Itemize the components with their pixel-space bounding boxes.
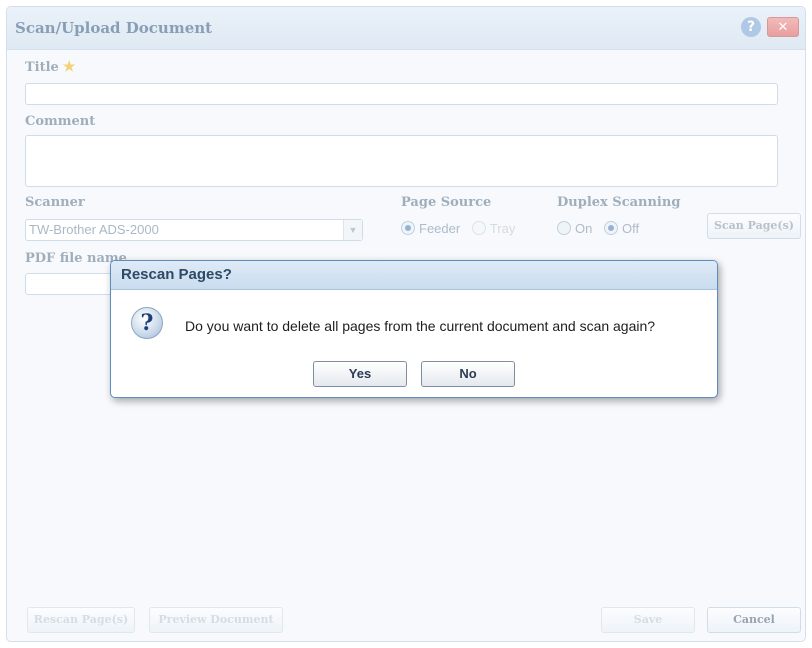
comment-label: Comment — [25, 114, 96, 129]
cancel-button[interactable]: Cancel — [707, 607, 801, 633]
window-titlebar: Scan/Upload Document ? ✕ — [7, 7, 805, 50]
window-title: Scan/Upload Document — [15, 19, 213, 37]
preview-document-button[interactable]: Preview Document — [149, 607, 283, 633]
page-source-radio-group: Feeder Tray — [401, 221, 515, 236]
page-source-label: Page Source — [401, 195, 492, 210]
radio-tray[interactable]: Tray — [471, 221, 516, 236]
chevron-down-icon[interactable]: ▼ — [343, 220, 362, 240]
radio-duplex-on[interactable]: On — [557, 221, 592, 236]
dialog-title: Rescan Pages? — [111, 261, 717, 290]
yes-button[interactable]: Yes — [313, 361, 407, 387]
radio-duplex-off[interactable]: Off — [603, 221, 640, 236]
title-label: Title ★ — [25, 59, 75, 75]
radio-duplex-off-indicator[interactable] — [603, 221, 618, 235]
save-button[interactable]: Save — [601, 607, 695, 633]
radio-feeder[interactable]: Feeder — [401, 221, 460, 236]
scanner-select[interactable]: TW-Brother ADS-2000 ▼ — [25, 219, 363, 241]
question-icon: ? — [131, 307, 163, 339]
radio-feeder-indicator[interactable] — [401, 221, 415, 235]
radio-tray-label: Tray — [489, 221, 516, 236]
duplex-radio-group: On Off — [557, 221, 639, 236]
comment-textarea[interactable] — [25, 135, 778, 187]
no-button[interactable]: No — [421, 361, 515, 387]
title-input[interactable] — [25, 83, 778, 105]
rescan-confirm-dialog: Rescan Pages? ? Do you want to delete al… — [110, 260, 718, 398]
required-star-icon: ★ — [62, 59, 76, 75]
scan-pages-button[interactable]: Scan Page(s) — [707, 213, 801, 239]
close-icon[interactable]: ✕ — [767, 17, 799, 37]
radio-feeder-label: Feeder — [419, 221, 461, 236]
rescan-pages-button[interactable]: Rescan Page(s) — [27, 607, 135, 633]
duplex-label: Duplex Scanning — [557, 195, 681, 210]
scanner-label: Scanner — [25, 195, 85, 210]
radio-duplex-on-indicator[interactable] — [557, 221, 571, 235]
title-label-text: Title — [25, 60, 59, 75]
radio-duplex-on-label: On — [575, 221, 593, 236]
dialog-message: Do you want to delete all pages from the… — [185, 318, 656, 334]
scanner-select-value: TW-Brother ADS-2000 — [29, 222, 159, 237]
radio-tray-indicator[interactable] — [471, 221, 486, 235]
radio-duplex-off-label: Off — [621, 221, 640, 236]
help-icon[interactable]: ? — [741, 17, 761, 37]
